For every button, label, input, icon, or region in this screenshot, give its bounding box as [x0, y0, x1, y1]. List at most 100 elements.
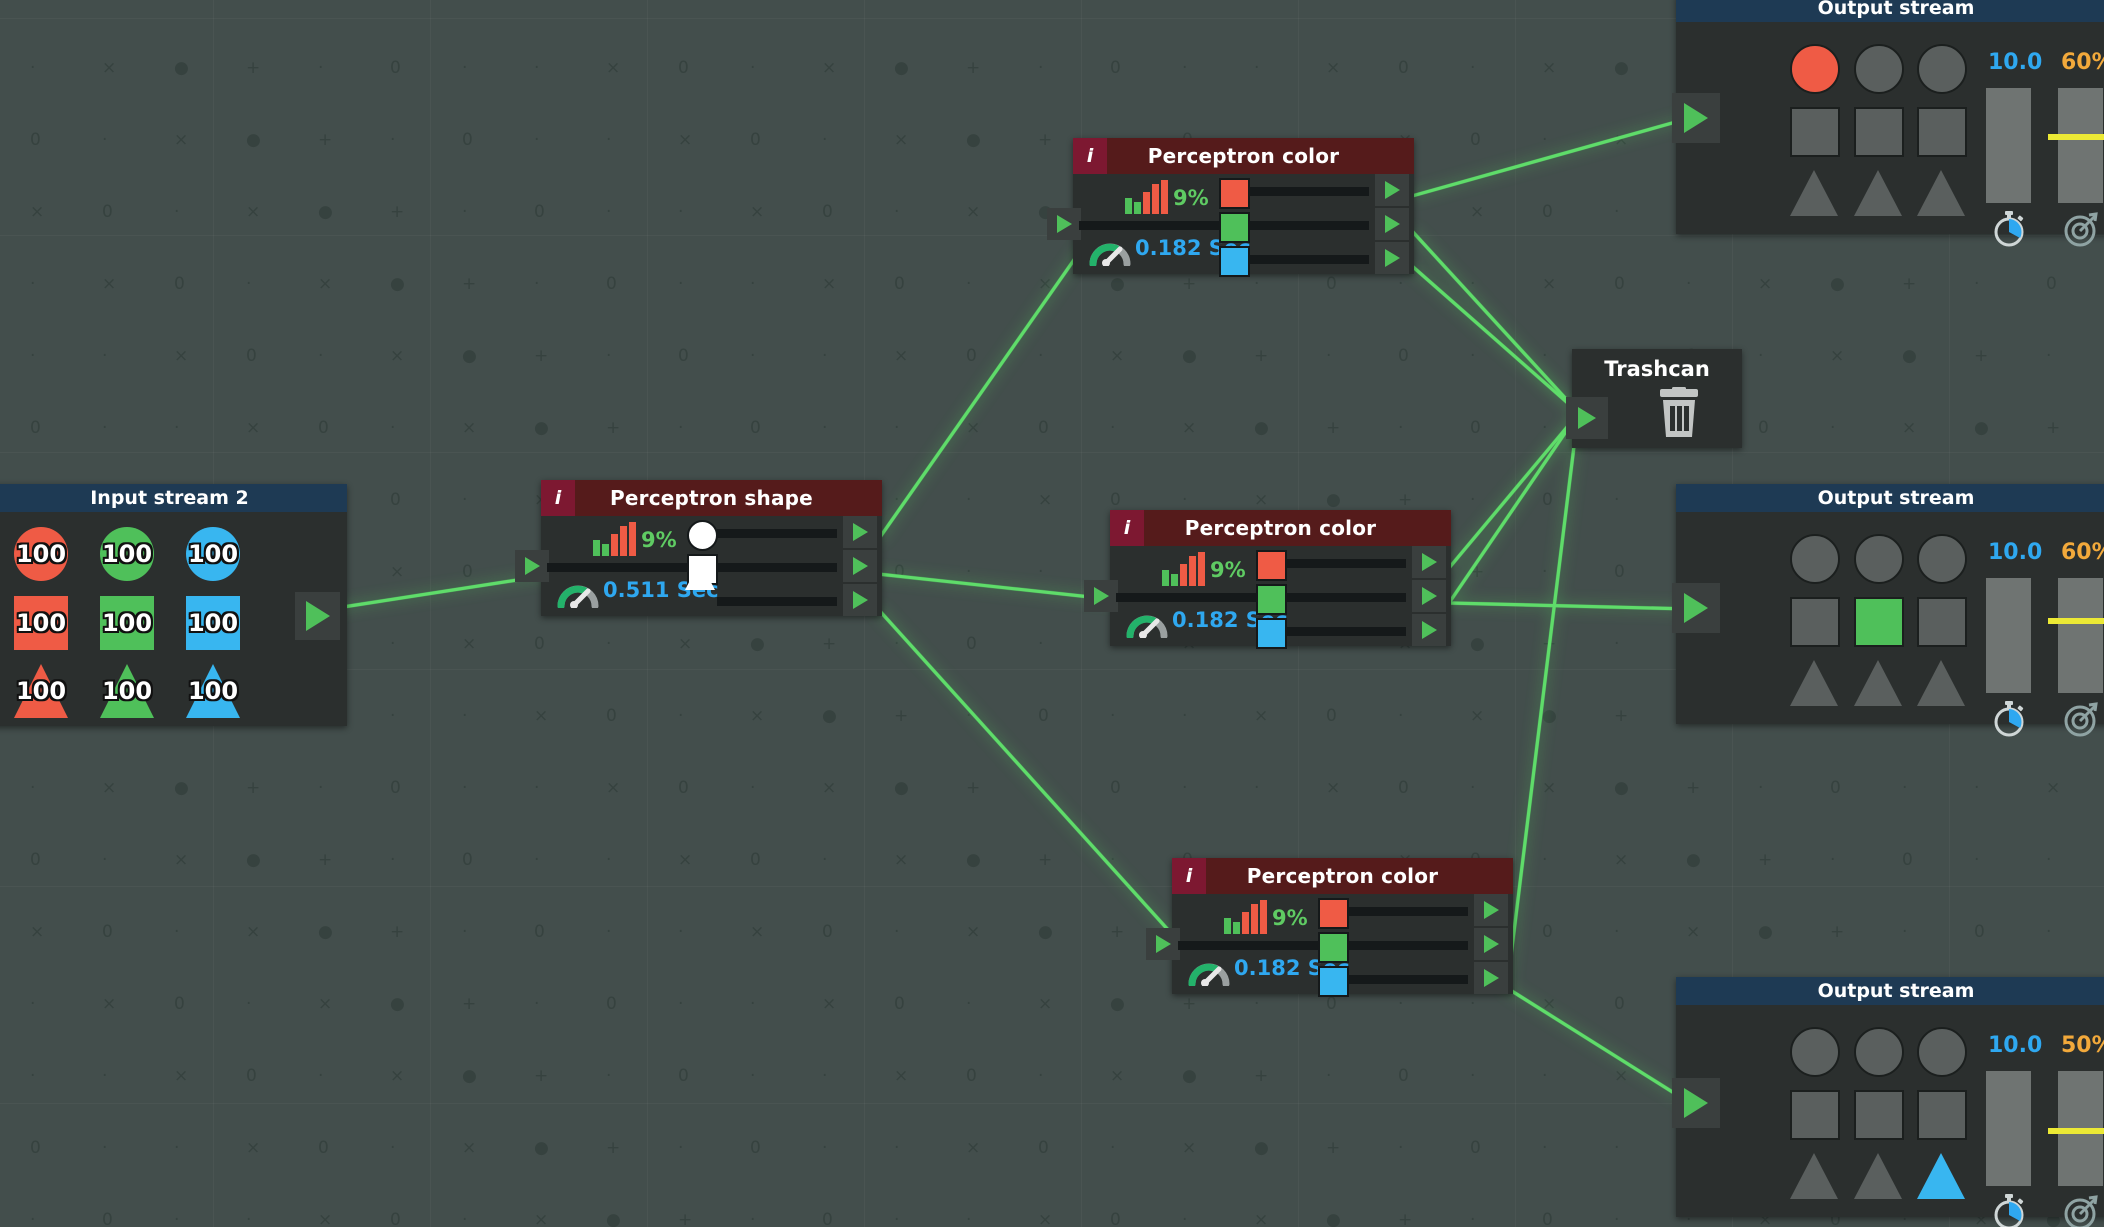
- info-icon[interactable]: i: [1172, 858, 1206, 894]
- output-stream-middle-panel[interactable]: Output stream 10.0 60%: [1676, 484, 2104, 737]
- output-cell-triangle-1[interactable]: [1790, 660, 1838, 706]
- perceptron-color-bottom-output-port-green[interactable]: [1474, 928, 1508, 960]
- input-cell-square-green[interactable]: 100: [100, 596, 154, 650]
- output-cell-circle-3[interactable]: [1917, 1027, 1967, 1077]
- output-cell-square-2[interactable]: [1854, 1090, 1904, 1140]
- output-swatch-green[interactable]: [1256, 584, 1287, 615]
- output-cell-circle-2[interactable]: [1854, 44, 1904, 94]
- output-wire-bar: [1249, 187, 1369, 196]
- input-cell-circle-green[interactable]: 100: [100, 527, 154, 581]
- output-cell-circle-3[interactable]: [1917, 534, 1967, 584]
- input-cell-circle-blue[interactable]: 100: [186, 527, 240, 581]
- play-triangle-icon: [1384, 215, 1400, 233]
- perceptron-color-top-output-port-red[interactable]: [1375, 174, 1409, 206]
- output-cell-circle-1[interactable]: [1790, 1027, 1840, 1077]
- output-stream-bottom-input-port[interactable]: [1672, 1078, 1720, 1128]
- play-triangle-icon: [1421, 587, 1437, 605]
- output-stream-middle-input-port[interactable]: [1672, 583, 1720, 633]
- output-stream-bottom-time-meter[interactable]: [1986, 1071, 2031, 1186]
- output-cell-square-3[interactable]: [1917, 597, 1967, 647]
- output-cell-triangle-2[interactable]: [1854, 170, 1902, 216]
- output-cell-triangle-3[interactable]: [1917, 170, 1965, 216]
- output-stream-bottom-panel[interactable]: Output stream 10.0 50%: [1676, 977, 2104, 1227]
- output-wire-bar: [717, 597, 837, 606]
- perceptron-color-middle-input-port[interactable]: [1084, 580, 1118, 612]
- output-swatch-blue[interactable]: [1318, 966, 1349, 997]
- output-cell-circle-3[interactable]: [1917, 44, 1967, 94]
- perceptron-color-bottom-output-port-blue[interactable]: [1474, 962, 1508, 994]
- perceptron-color-middle-node[interactable]: i Perceptron color 9% 0.182 Sec: [1084, 510, 1451, 649]
- output-swatch-red[interactable]: [1318, 898, 1349, 929]
- input-stream-output-port[interactable]: [295, 592, 340, 640]
- output-cell-triangle-2[interactable]: [1854, 1153, 1902, 1199]
- output-cell-square-1[interactable]: [1790, 107, 1840, 157]
- output-stream-middle-time-meter[interactable]: [1986, 578, 2031, 693]
- output-cell-triangle-1[interactable]: [1790, 1153, 1838, 1199]
- input-cell-triangle-green[interactable]: 100: [100, 664, 154, 718]
- perceptron-color-bottom-output-port-red[interactable]: [1474, 894, 1508, 926]
- output-cell-triangle-1[interactable]: [1790, 170, 1838, 216]
- input-cell-triangle-red[interactable]: 100: [14, 664, 68, 718]
- perceptron-color-top-node[interactable]: i Perceptron color 9% 0.182 Sec: [1047, 138, 1414, 277]
- output-cell-circle-1[interactable]: [1790, 534, 1840, 584]
- node-graph-canvas[interactable]: ·×●+·0··×0·×●+·0··×0·×●+·0··×0·×●+·0··×0…: [0, 0, 2104, 1227]
- perceptron-shape-node[interactable]: i Perceptron shape 9% 0.511 Sec: [515, 480, 882, 616]
- output-cell-square-2[interactable]: [1854, 597, 1904, 647]
- input-cell-triangle-blue[interactable]: 100: [186, 664, 240, 718]
- input-cell-circle-red[interactable]: 100: [14, 527, 68, 581]
- output-stream-middle-accuracy-meter[interactable]: [2058, 578, 2103, 693]
- output-swatch-green[interactable]: [1219, 212, 1250, 243]
- play-triangle-icon: [1155, 935, 1171, 953]
- output-stream-top-panel[interactable]: Output stream 10.0 60%: [1676, 0, 2104, 247]
- input-cell-square-red[interactable]: 100: [14, 596, 68, 650]
- info-icon[interactable]: i: [1110, 510, 1144, 546]
- trashcan-input-port[interactable]: [1566, 397, 1608, 439]
- output-swatch-circle[interactable]: [687, 520, 718, 551]
- output-stream-top-accuracy-marker[interactable]: [2048, 134, 2104, 140]
- output-stream-middle-accuracy-marker[interactable]: [2048, 618, 2104, 624]
- perceptron-shape-output-port-circle[interactable]: [843, 516, 877, 548]
- output-cell-square-3[interactable]: [1917, 107, 1967, 157]
- perceptron-color-middle-output-port-green[interactable]: [1412, 580, 1446, 612]
- trashcan-node[interactable]: Trashcan: [1566, 349, 1742, 448]
- output-swatch-triangle[interactable]: [685, 561, 715, 590]
- output-cell-triangle-3[interactable]: [1917, 1153, 1965, 1199]
- input-cell-square-blue[interactable]: 100: [186, 596, 240, 650]
- perceptron-shape-output-port-square[interactable]: [843, 550, 877, 582]
- info-icon[interactable]: i: [1073, 138, 1107, 174]
- output-stream-top-input-port[interactable]: [1672, 93, 1720, 143]
- play-triangle-icon: [1384, 249, 1400, 267]
- output-cell-square-2[interactable]: [1854, 107, 1904, 157]
- output-stream-top-time-meter[interactable]: [1986, 88, 2031, 203]
- output-swatch-blue[interactable]: [1219, 246, 1250, 277]
- perceptron-shape-output-port-triangle[interactable]: [843, 584, 877, 616]
- output-cell-circle-2[interactable]: [1854, 534, 1904, 584]
- output-cell-square-1[interactable]: [1790, 1090, 1840, 1140]
- output-cell-triangle-3[interactable]: [1917, 660, 1965, 706]
- output-swatch-red[interactable]: [1256, 550, 1287, 581]
- output-stream-top-accuracy-meter[interactable]: [2058, 88, 2103, 203]
- perceptron-color-bottom-input-port[interactable]: [1146, 928, 1180, 960]
- output-stream-bottom-accuracy-marker[interactable]: [2048, 1128, 2104, 1134]
- perceptron-color-top-input-port[interactable]: [1047, 208, 1081, 240]
- output-swatch-red[interactable]: [1219, 178, 1250, 209]
- output-swatch-blue[interactable]: [1256, 618, 1287, 649]
- output-cell-triangle-2[interactable]: [1854, 660, 1902, 706]
- perceptron-color-top-output-port-green[interactable]: [1375, 208, 1409, 240]
- output-cell-square-1[interactable]: [1790, 597, 1840, 647]
- perceptron-color-top-titlebar: i Perceptron color: [1073, 138, 1414, 174]
- output-cell-circle-1[interactable]: [1790, 44, 1840, 94]
- output-stream-top-body: 10.0 60%: [1676, 22, 2104, 247]
- perceptron-color-middle-output-port-blue[interactable]: [1412, 614, 1446, 646]
- info-icon[interactable]: i: [541, 480, 575, 516]
- output-swatch-green[interactable]: [1318, 932, 1349, 963]
- perceptron-color-middle-titlebar: i Perceptron color: [1110, 510, 1451, 546]
- perceptron-shape-input-port[interactable]: [515, 550, 549, 582]
- output-stream-bottom-time-value: 10.0: [1988, 1033, 2043, 1058]
- perceptron-color-top-output-port-blue[interactable]: [1375, 242, 1409, 274]
- output-cell-square-3[interactable]: [1917, 1090, 1967, 1140]
- perceptron-color-bottom-node[interactable]: i Perceptron color 9% 0.182 Sec: [1146, 858, 1513, 997]
- perceptron-shape-titlebar: i Perceptron shape: [541, 480, 882, 516]
- perceptron-color-middle-output-port-red[interactable]: [1412, 546, 1446, 578]
- output-cell-circle-2[interactable]: [1854, 1027, 1904, 1077]
